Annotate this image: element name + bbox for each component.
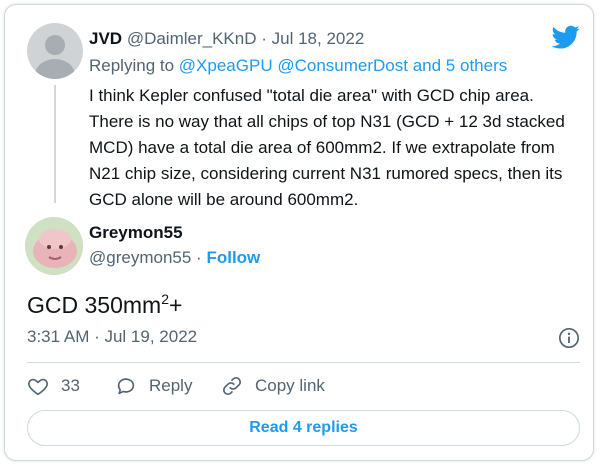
main-tweet-timestamp[interactable]: 3:31 AM · Jul 19, 2022 [27,327,197,347]
pink-creature-avatar-icon [25,217,83,275]
reply-action[interactable]: Reply [115,375,192,397]
mention-others[interactable]: and 5 others [413,56,508,75]
default-avatar-icon [35,35,75,79]
twitter-bird-icon[interactable] [550,23,582,51]
copy-link-label: Copy link [255,376,325,395]
main-author-handle-line: @greymon55 · Follow [89,248,260,268]
link-icon [223,377,241,395]
parent-author-handle[interactable]: @Daimler_KKnD [127,29,257,48]
main-author-name[interactable]: Greymon55 [89,223,183,243]
divider [27,362,580,363]
mention-consumerdost[interactable]: @ConsumerDost [277,56,408,75]
reply-label: Reply [149,376,193,395]
thread-connector [54,85,56,203]
tweet-embed-card: JVD @Daimler_KKnD · Jul 18, 2022 Replyin… [4,4,594,461]
read-replies-button[interactable]: Read 4 replies [27,410,580,446]
parent-author-name[interactable]: JVD [89,29,122,48]
handle-separator: · [196,248,202,267]
parent-tweet-date[interactable]: Jul 18, 2022 [272,29,365,48]
main-author-avatar[interactable] [25,217,83,275]
copy-link-action[interactable]: Copy link [221,375,325,397]
main-tweet-text-main: GCD 350mm [27,292,162,318]
main-author-handle[interactable]: @greymon55 [89,248,191,267]
replying-to-label: Replying to [89,56,175,75]
replying-to-line: Replying to @XpeaGPU @ConsumerDost and 5… [89,56,507,76]
reply-bubble-icon [117,378,135,395]
follow-button[interactable]: Follow [206,248,260,267]
header-separator: · [261,29,267,48]
read-replies-label: Read 4 replies [249,419,358,436]
main-tweet-text-tail: + [169,292,183,318]
like-action[interactable]: 33 [27,375,80,397]
parent-author-avatar[interactable] [27,23,83,79]
main-tweet-text: GCD 350mm2+ [27,291,182,319]
main-tweet-text-superscript: 2 [161,291,169,307]
info-icon[interactable] [558,327,580,349]
like-count: 33 [61,376,80,395]
parent-tweet-body: I think Kepler confused "total die area"… [89,86,565,209]
heart-icon [28,378,48,396]
mention-xpeagpu[interactable]: @XpeaGPU [179,56,273,75]
parent-tweet-header: JVD @Daimler_KKnD · Jul 18, 2022 [89,29,364,49]
